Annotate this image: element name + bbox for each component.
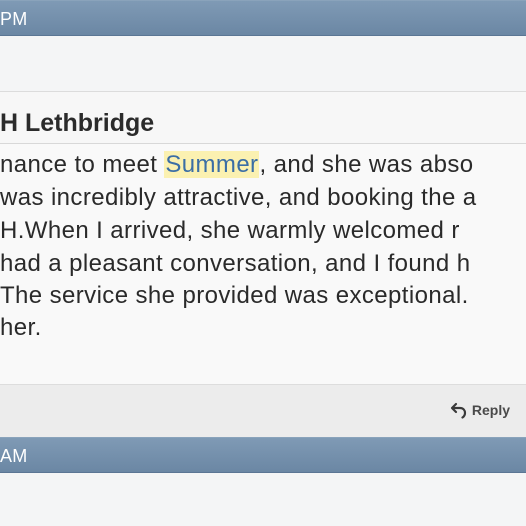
reply-button[interactable]: Reply — [450, 399, 510, 421]
post-body-line: was incredibly attractive, and booking t… — [0, 183, 477, 213]
search-highlight: Summer — [164, 151, 260, 178]
text-segment: her. — [0, 314, 42, 341]
post-body-line: nance to meet Summer, and she was abso — [0, 150, 473, 180]
post-meta-strip — [0, 36, 526, 92]
text-segment: H.When I arrived, she warmly welcomed r — [0, 217, 460, 244]
text-segment: was incredibly attractive, and booking t… — [0, 184, 477, 211]
post-body-line: The service she provided was exceptional… — [0, 281, 469, 311]
post-body-line: had a pleasant conversation, and I found… — [0, 249, 470, 279]
text-segment: had a pleasant conversation, and I found… — [0, 250, 471, 277]
forum-thread: PM H Lethbridge nance to meet Summer, an… — [0, 0, 526, 526]
reply-label: Reply — [471, 402, 510, 418]
text-segment: nance to meet — [0, 151, 165, 178]
post-body-line: H.When I arrived, she warmly welcomed r — [0, 216, 460, 246]
text-segment: , and she was abso — [259, 151, 474, 178]
post-meta-strip — [0, 473, 526, 526]
post-body: nance to meet Summer, and she was abso w… — [0, 144, 526, 384]
post-footer: Reply — [0, 384, 526, 437]
post-body-line: her. — [0, 313, 42, 343]
text-segment: The service she provided was exceptional… — [0, 282, 469, 309]
reply-arrow-icon — [450, 401, 468, 419]
post-header: AM — [0, 437, 526, 473]
post-title: H Lethbridge — [0, 109, 155, 137]
post-title-row: H Lethbridge — [0, 92, 526, 144]
post-timestamp: AM — [0, 446, 28, 466]
post-timestamp: PM — [0, 9, 28, 29]
post-header: PM — [0, 0, 526, 36]
